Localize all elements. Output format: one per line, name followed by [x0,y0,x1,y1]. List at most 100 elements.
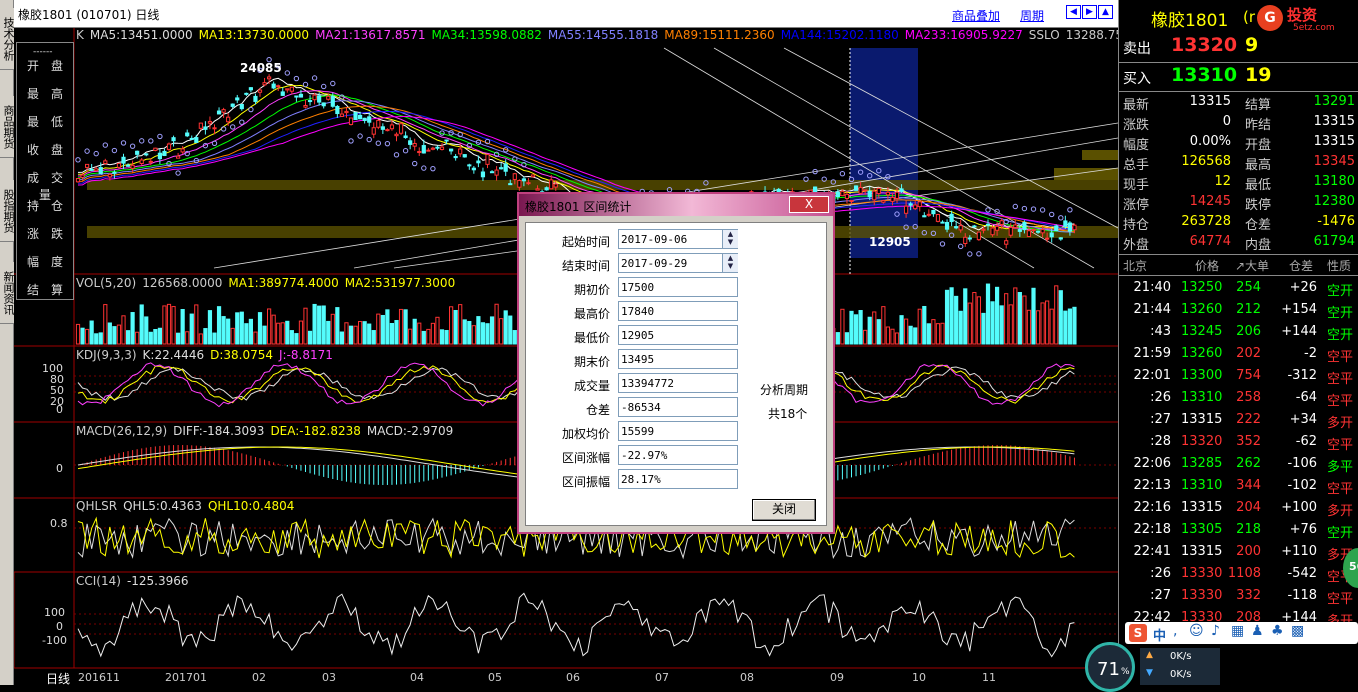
sar-dot [412,160,418,167]
sar-dot [220,126,227,132]
sogou-icon[interactable]: S [1129,624,1147,642]
volume-bar [98,332,103,345]
user-icon[interactable]: ♟ [1251,623,1264,639]
candle-body [517,180,522,188]
indicator-value: DIFF:-184.3093 [173,424,265,438]
volume-bar [253,331,258,345]
tick-time: 22:06 [1133,456,1171,471]
candle-body [1063,220,1068,227]
candle-body [398,123,404,134]
candle-body [380,126,385,130]
punctuation-icon[interactable]: , [1173,623,1177,639]
tick-row[interactable]: 22:16 13315 204 +100 多开 [1119,498,1358,520]
volume-bar [139,304,144,345]
indicator-value: QHL10:0.4804 [207,499,295,513]
tick-row[interactable]: :28 13320 352 -62 空平 [1119,432,1358,454]
tick-row[interactable]: :26 13330 1108 -542 空平 [1119,564,1358,586]
toolbox-icon[interactable]: ▩ [1291,623,1304,639]
tick-row[interactable]: :27 13330 332 -118 空平 [1119,586,1358,608]
indicator-value: QHLSR [76,499,118,513]
field-label: 期初价 [573,283,610,297]
menu-item-field[interactable]: 最低 [17,113,75,130]
volume-bar [890,328,895,345]
indicator-value: MA1:389774.4000 [228,276,339,290]
overlay-commodity-link[interactable]: 商品叠加 [952,7,1000,24]
candle-body [480,171,486,178]
period-link[interactable]: 周期 [1020,7,1044,24]
field-value: 13394772 [618,373,738,393]
tab-technical-analysis[interactable]: 技术分析 [0,8,15,70]
menu-item-field[interactable]: 收盘 [17,141,75,158]
chart-title-bar: 橡胶1801 (010701) 日线 商品叠加 周期 ◀ ▶ ▲ [14,0,1118,28]
volume-bar [458,304,463,345]
keyboard-icon[interactable]: ▦ [1231,623,1244,639]
candle-body [239,103,244,110]
date-picker[interactable]: 2017-09-29 [618,253,738,273]
stat-value: 13315 [1189,94,1231,109]
sar-dot [348,138,354,144]
tab-index-futures[interactable]: 股指期货 [0,180,15,242]
tick-time: :43 [1150,324,1171,339]
field-value: 28.17% [618,469,738,489]
zoom-in-icon[interactable]: ▲ [1098,5,1113,19]
spinner-icon[interactable]: ▲ ▼ [722,254,738,272]
tick-oi-change: -106 [1287,456,1317,471]
candle-body [107,173,112,178]
date-picker[interactable]: 2017-09-06 [618,229,738,249]
cci-indicator-bar: CCI(14) -125.3966 [76,574,195,588]
candle-body [335,105,340,115]
indicator-value: CCI(14) [76,574,121,588]
menu-item-field[interactable]: 结算 [17,281,75,298]
date-label: 201701 [165,671,207,684]
stat-value: 13315 [1313,134,1355,149]
candle-body [476,160,481,164]
close-button[interactable]: 关闭 [752,499,816,521]
candle-body [904,205,909,214]
menu-item-field[interactable]: 涨跌 [17,225,75,242]
scroll-left-icon[interactable]: ◀ [1066,5,1081,19]
tick-row[interactable]: :43 13245 206 +144 空开 [1119,322,1358,344]
tick-row[interactable]: 22:13 13310 344 -102 空平 [1119,476,1358,498]
candle-body [244,92,249,95]
menu-item-field[interactable]: 开盘 [17,57,75,74]
tick-row[interactable]: 22:18 13305 218 +76 空开 [1119,520,1358,542]
menu-item-field[interactable]: 持仓 [17,197,75,214]
menu-item-field[interactable]: 幅度 [17,253,75,270]
date-label: 09 [830,671,844,684]
candle-body [235,97,240,101]
tick-row[interactable]: 21:59 13260 202 -2 空平 [1119,344,1358,366]
candle-body [403,135,408,139]
tick-nature: 空平 [1327,372,1354,387]
ime-toolbar[interactable]: S 中 , ☺ ♪ ▦ ♟ ♣ ▩ [1125,622,1358,644]
tick-price: 13260 [1181,302,1223,317]
menu-item-field[interactable]: 最高 [17,85,75,102]
tick-list[interactable]: 21:40 13250 254 +26 空开 21:44 13260 212 +154 空开:43… [1119,276,1358,647]
volume-bar [990,301,995,345]
tick-row[interactable]: 22:41 13315 200 +110 多开 [1119,542,1358,564]
spinner-icon[interactable]: ▲ ▼ [722,230,738,248]
scroll-right-icon[interactable]: ▶ [1082,5,1097,19]
tick-row[interactable]: :26 13310 258 -64 空平 [1119,388,1358,410]
skin-icon[interactable]: ♣ [1271,623,1284,639]
volume-bar [949,287,954,345]
mic-icon[interactable]: ♪ [1211,623,1220,639]
emoji-icon[interactable]: ☺ [1189,623,1204,639]
tab-commodity-futures[interactable]: 商品期货 [0,96,15,158]
candle-body [417,151,422,154]
ime-mode[interactable]: 中 [1153,625,1166,644]
volume-bar [89,320,94,345]
candle-body [976,231,981,241]
tick-row[interactable]: 21:40 13250 254 +26 空开 [1119,278,1358,300]
candle-body [294,95,299,98]
tick-row[interactable]: 22:01 13300 754 -312 空平 [1119,366,1358,388]
tick-row[interactable]: 21:44 13260 212 +154 空开 [1119,300,1358,322]
dialog-close-icon[interactable]: X [789,196,829,213]
sar-dot [976,251,982,257]
tab-news[interactable]: 新闻资讯 [0,262,15,324]
tick-row[interactable]: 22:06 13285 262 -106 多平 [1119,454,1358,476]
candle-body [176,155,181,159]
dialog-title-bar[interactable]: 橡胶1801 区间统计 [519,194,833,216]
stat-value: 13315 [1313,114,1355,129]
tick-row[interactable]: :27 13315 222 +34 多开 [1119,410,1358,432]
volume-bar [358,321,363,345]
